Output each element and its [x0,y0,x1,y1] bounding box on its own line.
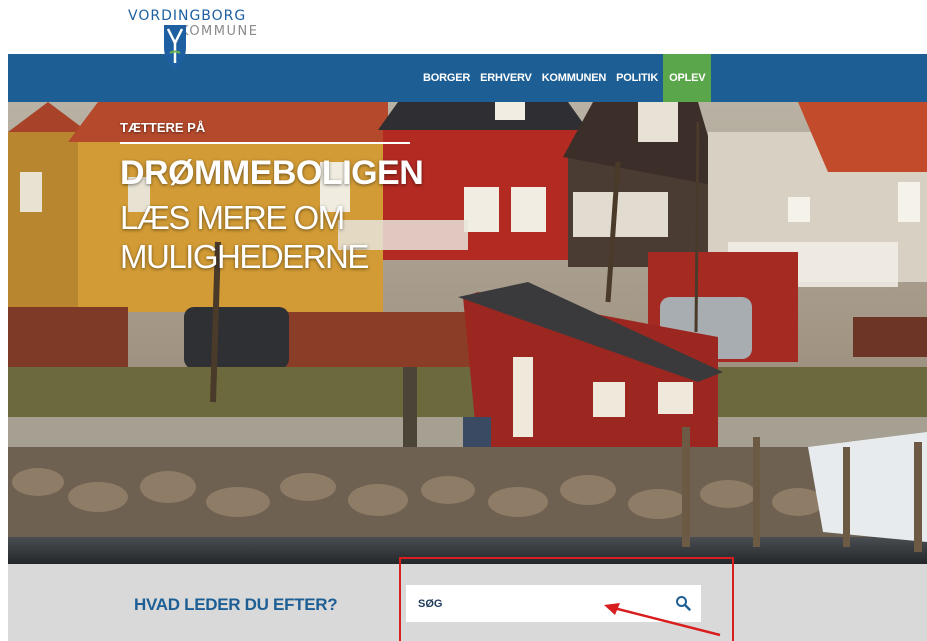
search-box[interactable] [406,585,701,622]
nav-item-erhverv[interactable]: ERHVERV [475,54,537,102]
nav-item-borger[interactable]: BORGER [418,54,475,102]
main-nav: BORGER ERHVERV KOMMUNEN POLITIK OPLEV [8,54,927,102]
search-icon[interactable] [675,595,691,611]
hero-title: DRØMMEBOLIGEN [120,154,424,192]
search-input[interactable] [406,585,656,622]
search-heading: HVAD LEDER DU EFTER? [134,595,338,614]
nav-item-oplev[interactable]: OPLEV [663,54,712,102]
logo-line2: KOMMUNE [180,24,259,39]
hero-subtitle-link[interactable]: LÆS MERE OM MULIGHEDERNE [120,198,410,276]
nav-item-kommunen[interactable]: KOMMUNEN [537,54,611,102]
hero-eyebrow: TÆTTERE PÅ [120,120,206,135]
nav-item-politik[interactable]: POLITIK [611,54,663,102]
nav-items: BORGER ERHVERV KOMMUNEN POLITIK OPLEV [418,54,712,102]
logo-shield-icon [164,25,186,69]
hero-divider [120,142,410,144]
hero-banner[interactable]: TÆTTERE PÅ DRØMMEBOLIGEN LÆS MERE OM MUL… [8,102,927,564]
logo-line1: VORDINGBORG [128,8,247,24]
search-section: HVAD LEDER DU EFTER? [8,564,927,641]
